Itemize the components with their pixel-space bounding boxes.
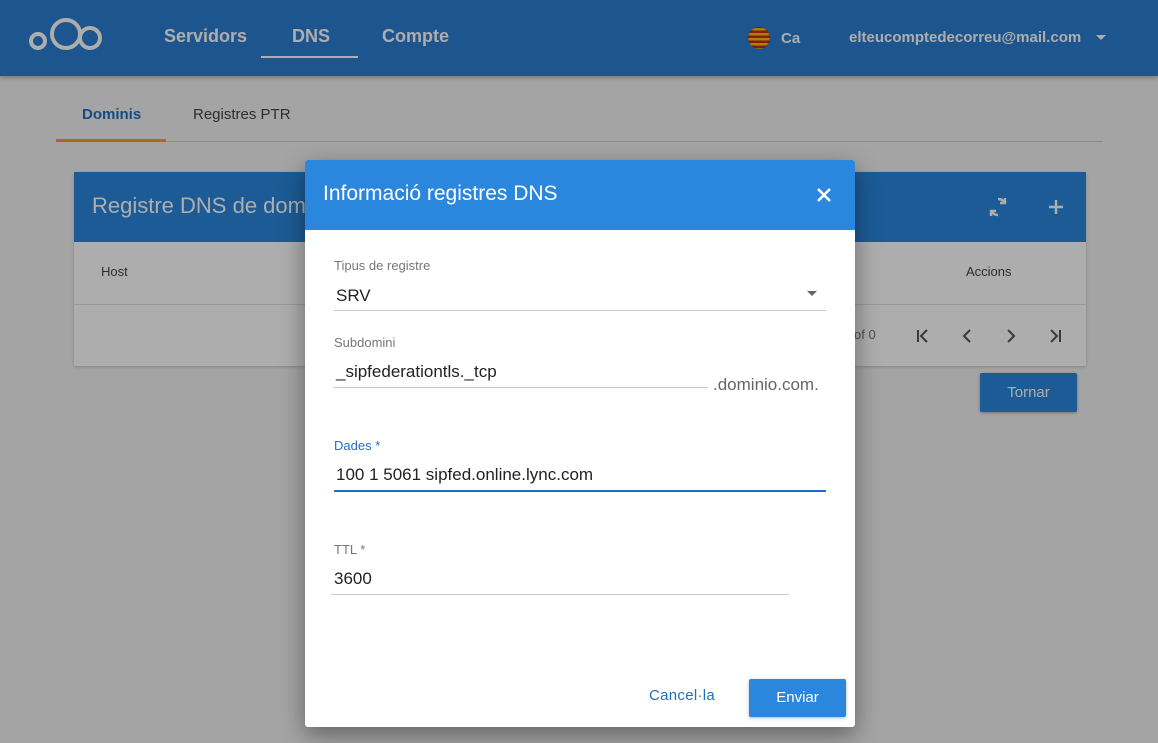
record-type-label: Tipus de registre: [334, 258, 431, 273]
cancel-button[interactable]: Cancel·la: [649, 687, 715, 704]
subdomain-input[interactable]: _sipfederationtls._tcp: [336, 362, 497, 382]
close-icon[interactable]: [813, 184, 835, 206]
ttl-input[interactable]: 3600: [334, 569, 372, 589]
data-input[interactable]: 100 1 5061 sipfed.online.lync.com: [336, 465, 593, 485]
required-mark: *: [375, 438, 381, 453]
ttl-label: TTL *: [334, 542, 366, 557]
required-mark: *: [360, 542, 366, 557]
dialog-title: Informació registres DNS: [323, 182, 558, 205]
data-underline: [334, 490, 826, 492]
data-label: Dades *: [334, 438, 381, 453]
record-type-select[interactable]: SRV: [336, 286, 371, 306]
submit-button[interactable]: Enviar: [749, 679, 846, 717]
subdomain-underline: [334, 387, 708, 388]
subdomain-label: Subdomini: [334, 335, 396, 350]
dialog-header: Informació registres DNS: [305, 160, 855, 230]
domain-suffix: .dominio.com.: [713, 375, 819, 394]
dropdown-arrow-icon[interactable]: [807, 291, 817, 296]
record-type-underline: [334, 310, 826, 311]
dns-record-dialog: Informació registres DNS Tipus de regist…: [305, 160, 855, 727]
ttl-underline: [331, 594, 789, 595]
